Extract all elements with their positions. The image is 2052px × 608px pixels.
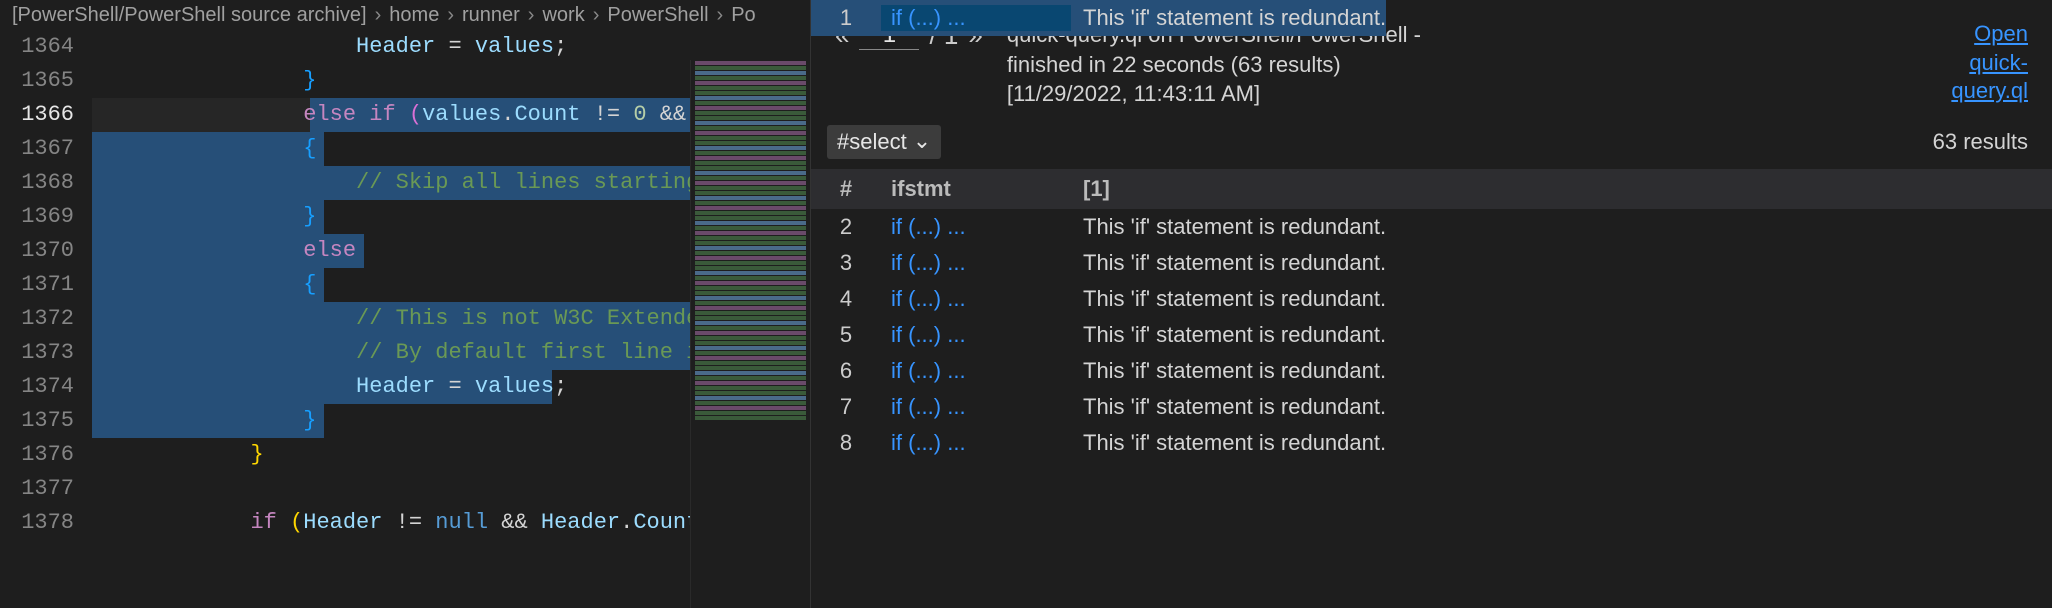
line-number: 1374 [0, 370, 74, 404]
chevron-right-icon: › [375, 4, 382, 27]
minimap[interactable] [690, 60, 810, 608]
row-message: This 'if' statement is redundant. [1071, 358, 2052, 384]
row-ifstmt[interactable]: if (...) ... [881, 214, 1071, 240]
summary-line: finished in 22 seconds (63 results) [1007, 50, 1928, 80]
row-index: 4 [811, 286, 881, 312]
breadcrumb-part[interactable]: Po [731, 4, 755, 27]
table-row[interactable]: 6 if (...) ... This 'if' statement is redu… [811, 353, 2052, 389]
table-row[interactable]: 3 if (...) ... This 'if' statement is redu… [811, 245, 2052, 281]
result-set-dropdown[interactable]: #select ⌄ [827, 125, 941, 159]
summary-line: [11/29/2022, 11:43:11 AM] [1007, 79, 1928, 109]
ifstmt-link[interactable]: if (...) ... [891, 214, 966, 239]
line-number: 1370 [0, 234, 74, 268]
line-number: 1369 [0, 200, 74, 234]
line-number: 1366 [0, 98, 74, 132]
table-body: 1if (...) ...This 'if' statement is redu… [811, 209, 2052, 461]
line-number: 1371 [0, 268, 74, 302]
line-number: 1375 [0, 404, 74, 438]
editor-pane: [PowerShell/PowerShell source archive] ›… [0, 0, 810, 608]
row-index: 8 [811, 430, 881, 456]
row-index: 7 [811, 394, 881, 420]
results-table: # ifstmt [1] 1if (...) ...This 'if' stat… [811, 169, 2052, 608]
row-message: This 'if' statement is redundant. [1071, 430, 2052, 456]
ifstmt-link[interactable]: if (...) ... [891, 358, 966, 383]
code-editor[interactable]: 1364136513661367136813691370137113721373… [0, 30, 810, 608]
line-number: 1372 [0, 302, 74, 336]
row-message: This 'if' statement is redundant. [1071, 286, 2052, 312]
chevron-right-icon: › [528, 4, 535, 27]
breadcrumb-root[interactable]: [PowerShell/PowerShell source archive] [12, 4, 367, 27]
results-pane: « / 1 » quick-query.ql on PowerShell/Pow… [810, 0, 2052, 608]
chevron-right-icon: › [593, 4, 600, 27]
breadcrumb-part[interactable]: PowerShell [607, 4, 708, 27]
line-number: 1364 [0, 30, 74, 64]
chevron-right-icon: › [447, 4, 454, 27]
line-number: 1367 [0, 132, 74, 166]
row-index: 5 [811, 322, 881, 348]
table-row[interactable]: 4 if (...) ... This 'if' statement is redu… [811, 281, 2052, 317]
breadcrumb-part[interactable]: home [389, 4, 439, 27]
line-number: 1368 [0, 166, 74, 200]
row-ifstmt[interactable]: if (...) ... [881, 250, 1071, 276]
table-row[interactable]: 5 if (...) ... This 'if' statement is redu… [811, 317, 2052, 353]
table-row[interactable]: 2 if (...) ... This 'if' statement is redu… [811, 209, 2052, 245]
ifstmt-link[interactable]: if (...) ... [891, 286, 966, 311]
line-number: 1377 [0, 472, 74, 506]
row-message: This 'if' statement is redundant. [1071, 322, 2052, 348]
result-count: 63 results [1933, 129, 2028, 155]
col-header-ifstmt[interactable]: ifstmt [881, 176, 1071, 202]
row-ifstmt[interactable]: if (...) ... [881, 322, 1071, 348]
line-number-gutter: 1364136513661367136813691370137113721373… [0, 30, 92, 608]
result-set-label: #select [837, 129, 907, 155]
col-header-index[interactable]: # [811, 176, 881, 202]
table-header: # ifstmt [1] [811, 169, 2052, 209]
breadcrumb[interactable]: [PowerShell/PowerShell source archive] ›… [0, 0, 810, 30]
breadcrumb-part[interactable]: work [542, 4, 584, 27]
chevron-right-icon: › [717, 4, 724, 27]
line-number: 1373 [0, 336, 74, 370]
row-index: 6 [811, 358, 881, 384]
open-query-link[interactable]: Openquick-query.ql [1951, 20, 2028, 106]
ifstmt-link[interactable]: if (...) ... [891, 250, 966, 275]
ifstmt-link[interactable]: if (...) ... [891, 322, 966, 347]
line-number: 1365 [0, 64, 74, 98]
row-ifstmt[interactable]: if (...) ... [881, 286, 1071, 312]
ifstmt-link[interactable]: if (...) ... [891, 394, 966, 419]
code-line[interactable]: Header = values; [92, 30, 810, 64]
ifstmt-link[interactable]: if (...) ... [891, 430, 966, 455]
chevron-down-icon: ⌄ [913, 128, 931, 154]
row-message: This 'if' statement is redundant. [1071, 214, 2052, 240]
row-ifstmt[interactable]: if (...) ... [881, 358, 1071, 384]
row-ifstmt[interactable]: if (...) ... [881, 394, 1071, 420]
breadcrumb-part[interactable]: runner [462, 4, 520, 27]
row-message: This 'if' statement is redundant. [1071, 250, 2052, 276]
line-number: 1376 [0, 438, 74, 472]
table-row[interactable]: 7 if (...) ... This 'if' statement is redu… [811, 389, 2052, 425]
col-header-message[interactable]: [1] [1071, 176, 2052, 202]
select-bar: #select ⌄ 63 results [811, 119, 2052, 169]
table-row[interactable]: 8 if (...) ... This 'if' statement is redu… [811, 425, 2052, 461]
line-number: 1378 [0, 506, 74, 540]
row-index: 2 [811, 214, 881, 240]
row-message: This 'if' statement is redundant. [1071, 394, 2052, 420]
row-index: 3 [811, 250, 881, 276]
row-ifstmt[interactable]: if (...) ... [881, 430, 1071, 456]
